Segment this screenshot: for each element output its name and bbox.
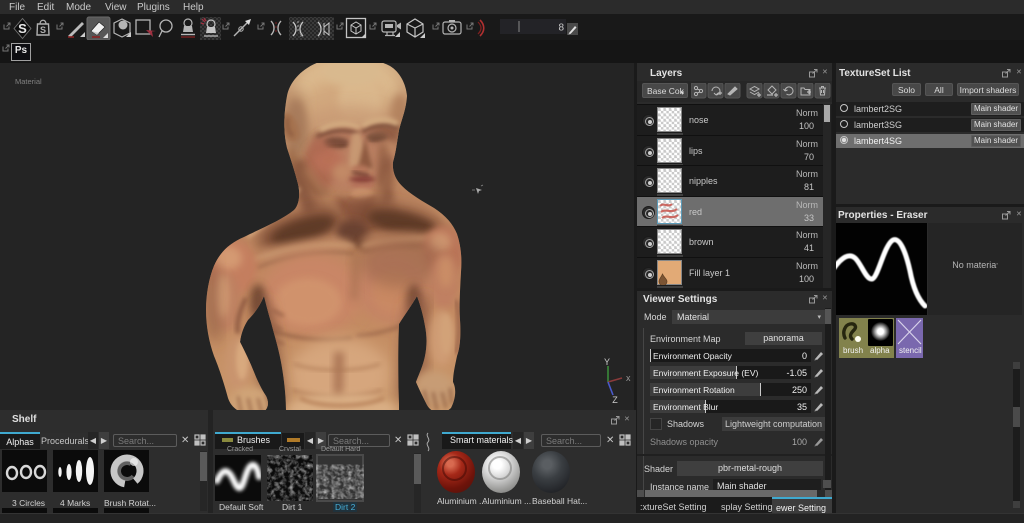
svg-text:8: 8 (558, 23, 564, 34)
svg-text:Material: Material (15, 77, 42, 86)
svg-text:S: S (18, 21, 27, 36)
svg-text:Z: Z (612, 395, 618, 405)
svg-text:x: x (626, 373, 631, 383)
svg-text:Y: Y (604, 357, 610, 367)
svg-text:S: S (40, 25, 46, 35)
